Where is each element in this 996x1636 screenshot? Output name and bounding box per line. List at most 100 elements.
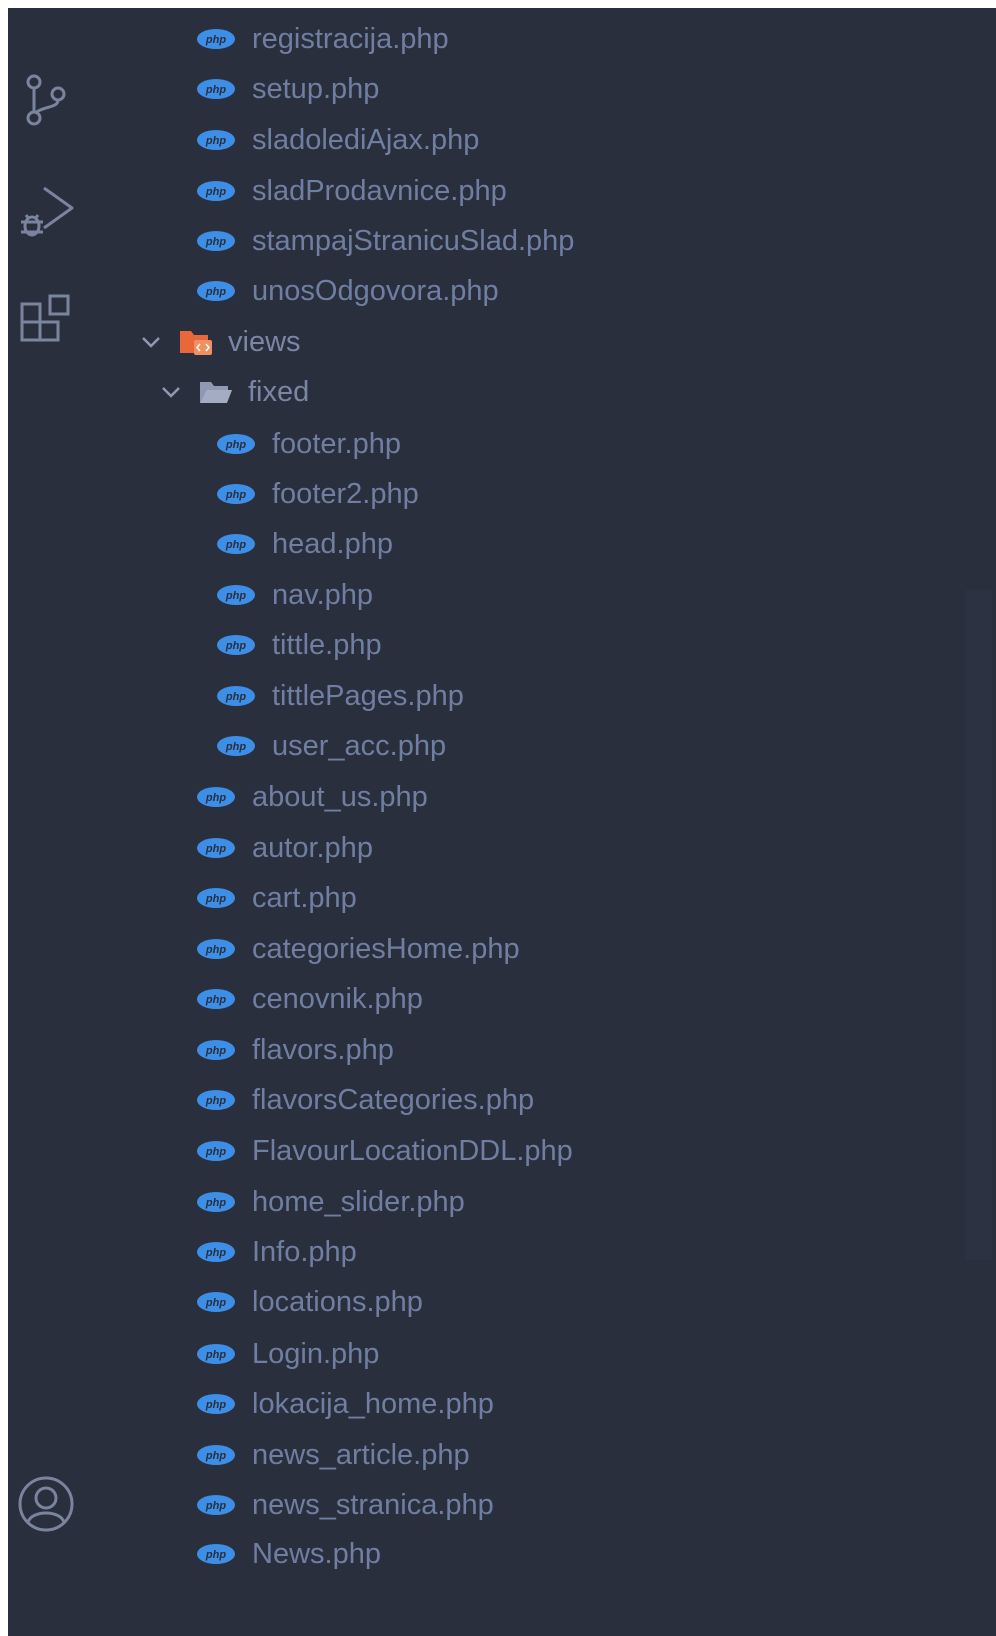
tree-item-file[interactable]: php news_stranica.php xyxy=(88,1481,996,1529)
file-label: user_acc.php xyxy=(272,730,447,762)
php-file-icon: php xyxy=(196,938,236,960)
file-label: cart.php xyxy=(252,882,357,914)
tree-item-file[interactable]: php about_us.php xyxy=(88,773,996,821)
tree-item-file[interactable]: php unosOdgovora.php xyxy=(88,267,996,315)
file-label: stampajStranicuSlad.php xyxy=(252,225,575,257)
file-label: home_slider.php xyxy=(252,1186,465,1218)
php-file-icon: php xyxy=(196,28,236,50)
folder-label: fixed xyxy=(248,376,310,408)
tree-item-file[interactable]: php tittlePages.php xyxy=(88,672,996,720)
tree-item-file[interactable]: php autor.php xyxy=(88,824,996,872)
svg-text:php: php xyxy=(205,84,226,96)
chevron-down-icon[interactable] xyxy=(158,379,184,405)
php-file-icon: php xyxy=(196,1089,236,1111)
svg-text:php: php xyxy=(205,236,226,248)
php-file-icon: php xyxy=(196,1241,236,1263)
php-file-icon: php xyxy=(196,1343,236,1365)
php-file-icon: php xyxy=(216,685,256,707)
php-file-icon: php xyxy=(196,280,236,302)
file-label: sladProdavnice.php xyxy=(252,175,507,207)
activity-bar xyxy=(8,8,88,1636)
tree-item-file[interactable]: php sladProdavnice.php xyxy=(88,167,996,215)
tree-item-file[interactable]: php flavorsCategories.php xyxy=(88,1076,996,1124)
tree-item-file[interactable]: php locations.php xyxy=(88,1278,996,1326)
tree-item-file[interactable]: php Login.php xyxy=(88,1330,996,1378)
tree-item-file[interactable]: php flavors.php xyxy=(88,1026,996,1074)
file-label: footer2.php xyxy=(272,478,419,510)
tree-item-file[interactable]: php footer2.php xyxy=(88,470,996,518)
tree-item-file[interactable]: php FlavourLocationDDL.php xyxy=(88,1127,996,1175)
file-label: News.php xyxy=(252,1538,381,1570)
extensions-icon[interactable] xyxy=(16,294,76,354)
file-label: Info.php xyxy=(252,1236,357,1268)
file-label: head.php xyxy=(272,528,393,560)
tree-item-file[interactable]: php sladolediAjax.php xyxy=(88,116,996,164)
file-tree: php registracija.php php setup.php php s… xyxy=(88,8,992,1636)
tree-item-file[interactable]: php footer.php xyxy=(88,420,996,468)
php-file-icon: php xyxy=(196,1140,236,1162)
svg-text:php: php xyxy=(205,1045,226,1057)
svg-text:php: php xyxy=(205,1197,226,1209)
chevron-down-icon[interactable] xyxy=(138,329,164,355)
tree-item-file[interactable]: php user_acc.php xyxy=(88,722,996,770)
tree-item-file[interactable]: php setup.php xyxy=(88,65,996,113)
run-debug-icon[interactable] xyxy=(16,182,76,242)
php-file-icon: php xyxy=(196,1444,236,1466)
svg-text:php: php xyxy=(205,186,226,198)
tree-item-file[interactable]: php cart.php xyxy=(88,874,996,922)
svg-text:php: php xyxy=(205,843,226,855)
php-file-icon: php xyxy=(196,988,236,1010)
php-file-icon: php xyxy=(196,1494,236,1516)
file-label: cenovnik.php xyxy=(252,983,423,1015)
tree-item-file[interactable]: php tittle.php xyxy=(88,621,996,669)
tree-item-folder-views[interactable]: views xyxy=(88,318,996,366)
explorer-window: php registracija.php php setup.php php s… xyxy=(8,8,996,1636)
svg-text:php: php xyxy=(225,691,246,703)
folder-open-icon xyxy=(198,377,234,407)
svg-text:php: php xyxy=(205,1349,226,1361)
svg-text:php: php xyxy=(205,1297,226,1309)
tree-item-file[interactable]: php categoriesHome.php xyxy=(88,925,996,973)
file-label: FlavourLocationDDL.php xyxy=(252,1135,573,1167)
file-label: registracija.php xyxy=(252,23,449,55)
php-file-icon: php xyxy=(196,1039,236,1061)
file-label: sladolediAjax.php xyxy=(252,124,480,156)
php-file-icon: php xyxy=(216,735,256,757)
file-label: news_stranica.php xyxy=(252,1489,494,1521)
svg-text:php: php xyxy=(205,893,226,905)
svg-text:php: php xyxy=(205,1500,226,1512)
tree-item-file[interactable]: php News.php xyxy=(88,1530,996,1578)
file-label: autor.php xyxy=(252,832,373,864)
account-icon[interactable] xyxy=(16,1474,76,1534)
tree-item-file[interactable]: php cenovnik.php xyxy=(88,975,996,1023)
svg-text:php: php xyxy=(205,944,226,956)
svg-text:php: php xyxy=(225,741,246,753)
tree-item-file[interactable]: php Info.php xyxy=(88,1228,996,1276)
svg-text:php: php xyxy=(225,439,246,451)
php-file-icon: php xyxy=(196,78,236,100)
file-label: locations.php xyxy=(252,1286,423,1318)
php-file-icon: php xyxy=(216,433,256,455)
svg-text:php: php xyxy=(205,1095,226,1107)
file-label: unosOdgovora.php xyxy=(252,275,499,307)
tree-item-file[interactable]: php lokacija_home.php xyxy=(88,1380,996,1428)
svg-text:php: php xyxy=(205,792,226,804)
php-file-icon: php xyxy=(216,584,256,606)
svg-text:php: php xyxy=(205,1146,226,1158)
tree-item-file[interactable]: php news_article.php xyxy=(88,1431,996,1479)
tree-item-file[interactable]: php head.php xyxy=(88,520,996,568)
php-file-icon: php xyxy=(216,634,256,656)
tree-item-file[interactable]: php registracija.php xyxy=(88,15,996,63)
php-file-icon: php xyxy=(196,837,236,859)
tree-item-file[interactable]: php stampajStranicuSlad.php xyxy=(88,217,996,265)
file-label: tittlePages.php xyxy=(272,680,464,712)
folder-views-icon xyxy=(178,327,214,357)
php-file-icon: php xyxy=(196,1291,236,1313)
folder-label: views xyxy=(228,326,301,358)
tree-item-folder-fixed[interactable]: fixed xyxy=(88,368,996,416)
source-control-icon[interactable] xyxy=(16,70,76,130)
tree-item-file[interactable]: php nav.php xyxy=(88,571,996,619)
file-label: lokacija_home.php xyxy=(252,1388,494,1420)
file-label: news_article.php xyxy=(252,1439,470,1471)
tree-item-file[interactable]: php home_slider.php xyxy=(88,1178,996,1226)
